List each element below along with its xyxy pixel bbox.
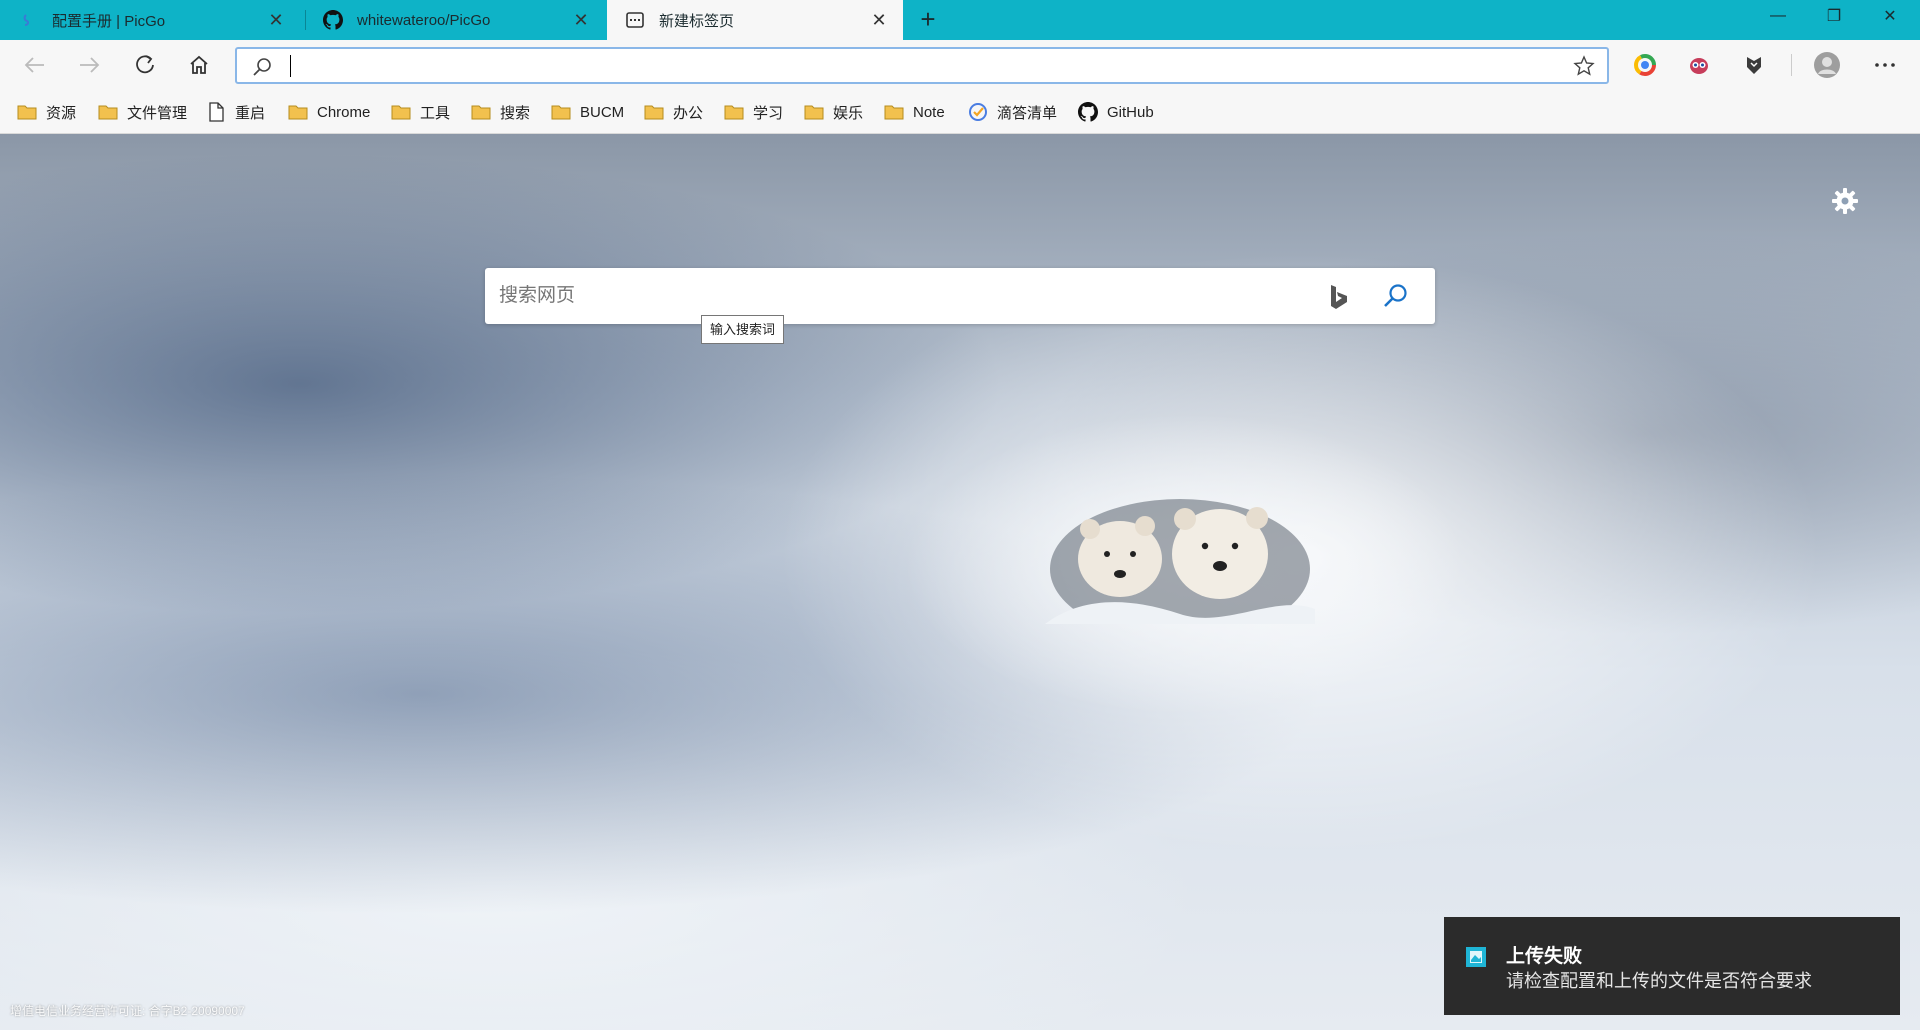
bookmark-folder-search[interactable]: 搜索 [470, 100, 530, 124]
folder-icon [470, 103, 492, 121]
refresh-icon [136, 55, 154, 74]
page-icon [205, 102, 227, 122]
bookmark-label: 重启 [235, 104, 266, 122]
bookmark-label: 工具 [420, 104, 451, 122]
extension-shield-icon[interactable] [1737, 48, 1771, 82]
address-bar[interactable] [235, 47, 1609, 84]
folder-icon [390, 103, 412, 121]
home-button[interactable] [182, 48, 216, 82]
home-icon [190, 55, 208, 74]
back-button[interactable] [18, 48, 52, 82]
back-arrow-icon [24, 57, 44, 73]
bookmark-label: 资源 [46, 104, 77, 122]
check-icon [967, 103, 989, 121]
newtab-page-icon [625, 10, 645, 30]
folder-icon [803, 103, 825, 121]
bookmark-folder-office[interactable]: 办公 [643, 100, 703, 124]
bookmark-label: 娱乐 [833, 104, 864, 122]
profile-avatar[interactable] [1810, 48, 1844, 82]
bookmark-dida-list[interactable]: 滴答清单 [967, 100, 1057, 124]
bookmark-restart[interactable]: 重启 [205, 100, 265, 124]
extension-owl-icon[interactable] [1682, 48, 1716, 82]
folder-icon [550, 103, 572, 121]
bookmark-folder-note[interactable]: Note [883, 100, 945, 124]
github-icon [1077, 102, 1099, 122]
close-window-button[interactable]: ✕ [1862, 0, 1918, 32]
bing-logo-icon[interactable] [1329, 284, 1349, 314]
notification-message: 请检查配置和上传的文件是否符合要求 [1506, 971, 1812, 991]
tab-label: 新建标签页 [659, 12, 735, 30]
forward-arrow-icon [80, 57, 100, 73]
notification-title: 上传失败 [1506, 946, 1583, 967]
upload-failed-notification[interactable]: 上传失败 请检查配置和上传的文件是否符合要求 [1444, 917, 1900, 1015]
forward-button[interactable] [72, 48, 106, 82]
bookmark-label: Chrome [317, 103, 371, 121]
bookmark-folder-tools[interactable]: 工具 [390, 100, 450, 124]
gear-icon [1832, 188, 1858, 214]
tab-picgo-docs[interactable]: 配置手册 | PicGo ✕ [0, 0, 300, 40]
folder-icon [643, 103, 665, 121]
navigation-toolbar [0, 40, 1920, 90]
license-footer: 增值电信业务经营许可证: 合字B2-20090007 [10, 1004, 245, 1018]
bookmark-label: 办公 [673, 104, 704, 122]
search-icon [251, 56, 273, 82]
github-icon [323, 10, 343, 30]
refresh-button[interactable] [128, 48, 162, 82]
web-search-box [485, 268, 1435, 324]
bookmark-folder-resources[interactable]: 资源 [16, 100, 76, 124]
extension-chrome-icon[interactable] [1628, 48, 1662, 82]
polar-bears-image [1045, 499, 1315, 624]
bookmark-label: 学习 [753, 104, 784, 122]
bookmark-folder-bucm[interactable]: BUCM [550, 100, 624, 124]
bookmark-label: Note [913, 103, 945, 121]
tab-github-picgo[interactable]: whitewateroo/PicGo ✕ [305, 0, 605, 40]
tab-label: 配置手册 | PicGo [52, 12, 166, 30]
new-tab-button[interactable]: + [913, 6, 943, 34]
folder-icon [287, 103, 309, 121]
page-settings-button[interactable] [1830, 186, 1860, 216]
text-caret [290, 55, 291, 77]
close-tab-icon[interactable]: ✕ [869, 10, 889, 31]
bookmark-label: BUCM [580, 103, 625, 121]
bookmark-folder-chrome[interactable]: Chrome [287, 100, 370, 124]
bookmark-label: GitHub [1107, 103, 1154, 121]
address-input[interactable] [287, 54, 1547, 78]
bookmarks-bar: 资源 文件管理 重启 Chrome 工具 搜索 BUCM 办公 学习 娱乐 No… [0, 90, 1920, 134]
bookmark-label: 滴答清单 [997, 104, 1058, 122]
search-submit-icon[interactable] [1381, 282, 1409, 314]
favorite-star-icon[interactable] [1573, 55, 1595, 81]
bookmark-folder-entertainment[interactable]: 娱乐 [803, 100, 863, 124]
folder-icon [16, 103, 38, 121]
bookmark-label: 搜索 [500, 104, 531, 122]
restore-button[interactable]: ❐ [1806, 0, 1862, 32]
minimize-button[interactable]: — [1750, 0, 1806, 32]
tab-strip: 配置手册 | PicGo ✕ whitewateroo/PicGo ✕ 新建标签… [0, 0, 1920, 40]
toolbar-divider [1791, 54, 1792, 76]
folder-icon [723, 103, 745, 121]
folder-icon [97, 103, 119, 121]
tab-new-tab[interactable]: 新建标签页 ✕ [607, 0, 903, 40]
bookmark-folder-study[interactable]: 学习 [723, 100, 783, 124]
more-menu-button[interactable] [1868, 48, 1902, 82]
search-tooltip: 输入搜索词 [701, 315, 785, 344]
picgo-app-icon [1466, 947, 1486, 967]
folder-icon [883, 103, 905, 121]
close-tab-icon[interactable]: ✕ [571, 10, 591, 31]
picgo-icon [18, 10, 38, 30]
avatar-icon [1814, 52, 1840, 78]
newtab-background: 输入搜索词 增值电信业务经营许可证: 合字B2-20090007 上传失败 请检… [0, 134, 1920, 1030]
tab-label: whitewateroo/PicGo [357, 11, 491, 29]
bookmark-label: 文件管理 [127, 104, 188, 122]
close-tab-icon[interactable]: ✕ [266, 10, 286, 31]
bookmark-github[interactable]: GitHub [1077, 100, 1154, 124]
more-dots-icon [1875, 63, 1895, 67]
web-search-input[interactable] [499, 282, 1299, 310]
bookmark-folder-file-management[interactable]: 文件管理 [97, 100, 187, 124]
